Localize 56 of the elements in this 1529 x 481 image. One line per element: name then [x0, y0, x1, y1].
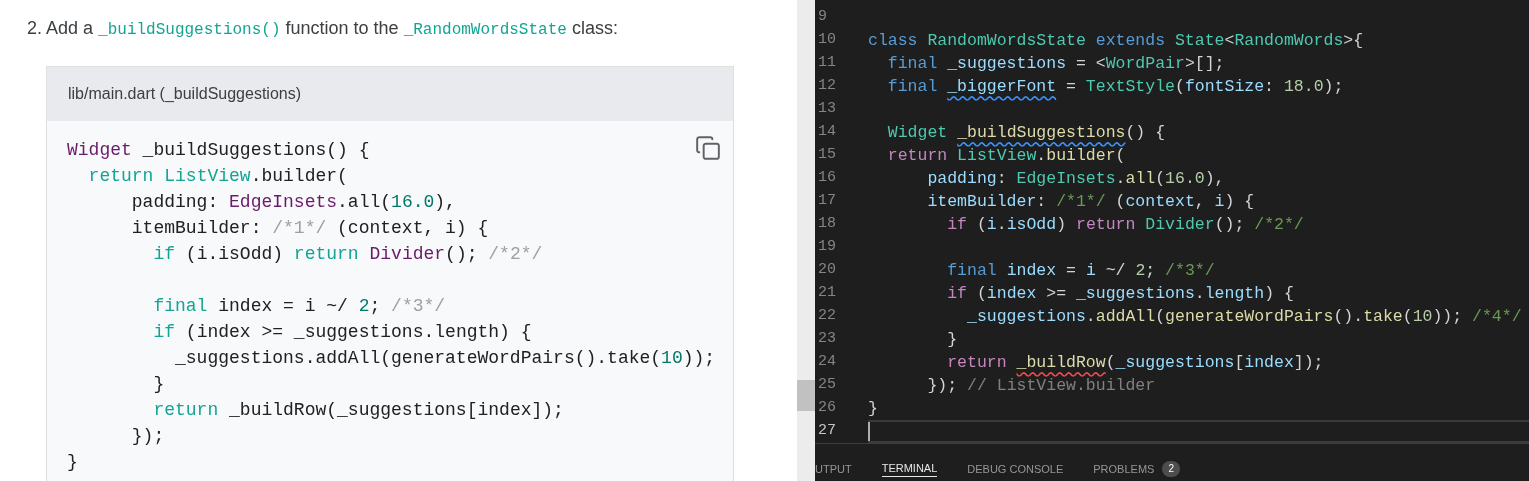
line-number: 15	[817, 145, 837, 166]
code-line: Widget _buildSuggestions() {	[886, 122, 1166, 144]
code-line: return ListView.builder(	[87, 165, 348, 188]
code-line: }	[67, 451, 78, 474]
line-number: 16	[817, 168, 837, 189]
code-line: });	[130, 425, 165, 448]
code-line: itemBuilder: /*1*/ (context, i) {	[926, 191, 1255, 213]
code-line: itemBuilder: /*1*/ (context, i) {	[130, 217, 489, 240]
code-line: }	[946, 329, 958, 351]
panel-tab[interactable]: DEBUG CONSOLE	[967, 460, 1064, 477]
line-number: 10	[817, 30, 837, 51]
line-number: 24	[817, 352, 837, 373]
count-badge: 2	[1162, 460, 1180, 477]
line-number: 22	[817, 306, 837, 327]
snippet-header: lib/main.dart (_buildSuggestions)	[47, 67, 733, 121]
line-number: 21	[817, 283, 837, 304]
code-line: if (index >= _suggestions.length) {	[946, 283, 1294, 305]
code-line: return _buildRow(_suggestions[index]);	[152, 399, 564, 422]
code-line: final _biggerFont = TextStyle(fontSize: 18.0);	[886, 76, 1344, 98]
line-number: 13	[817, 99, 837, 120]
line-number: 11	[817, 53, 837, 74]
code-line: }	[868, 398, 878, 420]
panel-tab[interactable]: PROBLEMS 2	[1093, 460, 1180, 477]
panel-tab[interactable]: TERMINAL	[881, 459, 938, 477]
code-line: if (i.isOdd) return Divider(); /*2*/	[152, 243, 543, 266]
code-line: _suggestions.addAll(generateWordPairs().take(10));	[174, 347, 716, 370]
code-line: final index = i ~/ 2; /*3*/	[946, 260, 1215, 282]
step-instruction: 2. Add a _buildSuggestions() function to the _RandomWordsState class:	[27, 17, 619, 41]
line-number: 25	[817, 375, 837, 396]
code-line: }); // ListView.builder	[926, 375, 1156, 397]
code-line: if (i.isOdd) return Divider(); /*2*/	[946, 214, 1304, 236]
code-line: class RandomWordsState extends State<RandomWords>{	[868, 30, 1364, 52]
code-line: return ListView.builder(	[886, 145, 1126, 167]
code-line: Widget _buildSuggestions() {	[67, 139, 370, 162]
code-line: }	[152, 373, 165, 396]
code-line: padding: EdgeInsets.all(16.0),	[926, 168, 1225, 190]
line-number: 19	[817, 237, 837, 258]
scrollbar-thumb[interactable]	[797, 380, 815, 411]
line-number: 18	[817, 214, 837, 235]
code-line: _suggestions.addAll(generateWordPairs().take(10)); /*4*/	[966, 306, 1522, 328]
line-number: 20	[817, 260, 837, 281]
line-number: 12	[817, 76, 837, 97]
line-number: 26	[817, 398, 837, 419]
line-number: 9	[817, 7, 828, 28]
text-cursor	[868, 422, 870, 441]
code-line: padding: EdgeInsets.all(16.0),	[130, 191, 456, 214]
copy-icon[interactable]	[695, 135, 721, 161]
line-number: 17	[817, 191, 837, 212]
line-number: 23	[817, 329, 837, 350]
panel-tab[interactable]: UTPUT	[815, 460, 852, 477]
code-line: final _suggestions = <WordPair>[];	[886, 53, 1225, 75]
code-line: final index = i ~/ 2; /*3*/	[152, 295, 446, 318]
line-number: 14	[817, 122, 837, 143]
code-line: if (index >= _suggestions.length) {	[152, 321, 532, 344]
line-number: 27	[817, 421, 837, 442]
code-line: return _buildRow(_suggestions[index]);	[946, 352, 1324, 374]
